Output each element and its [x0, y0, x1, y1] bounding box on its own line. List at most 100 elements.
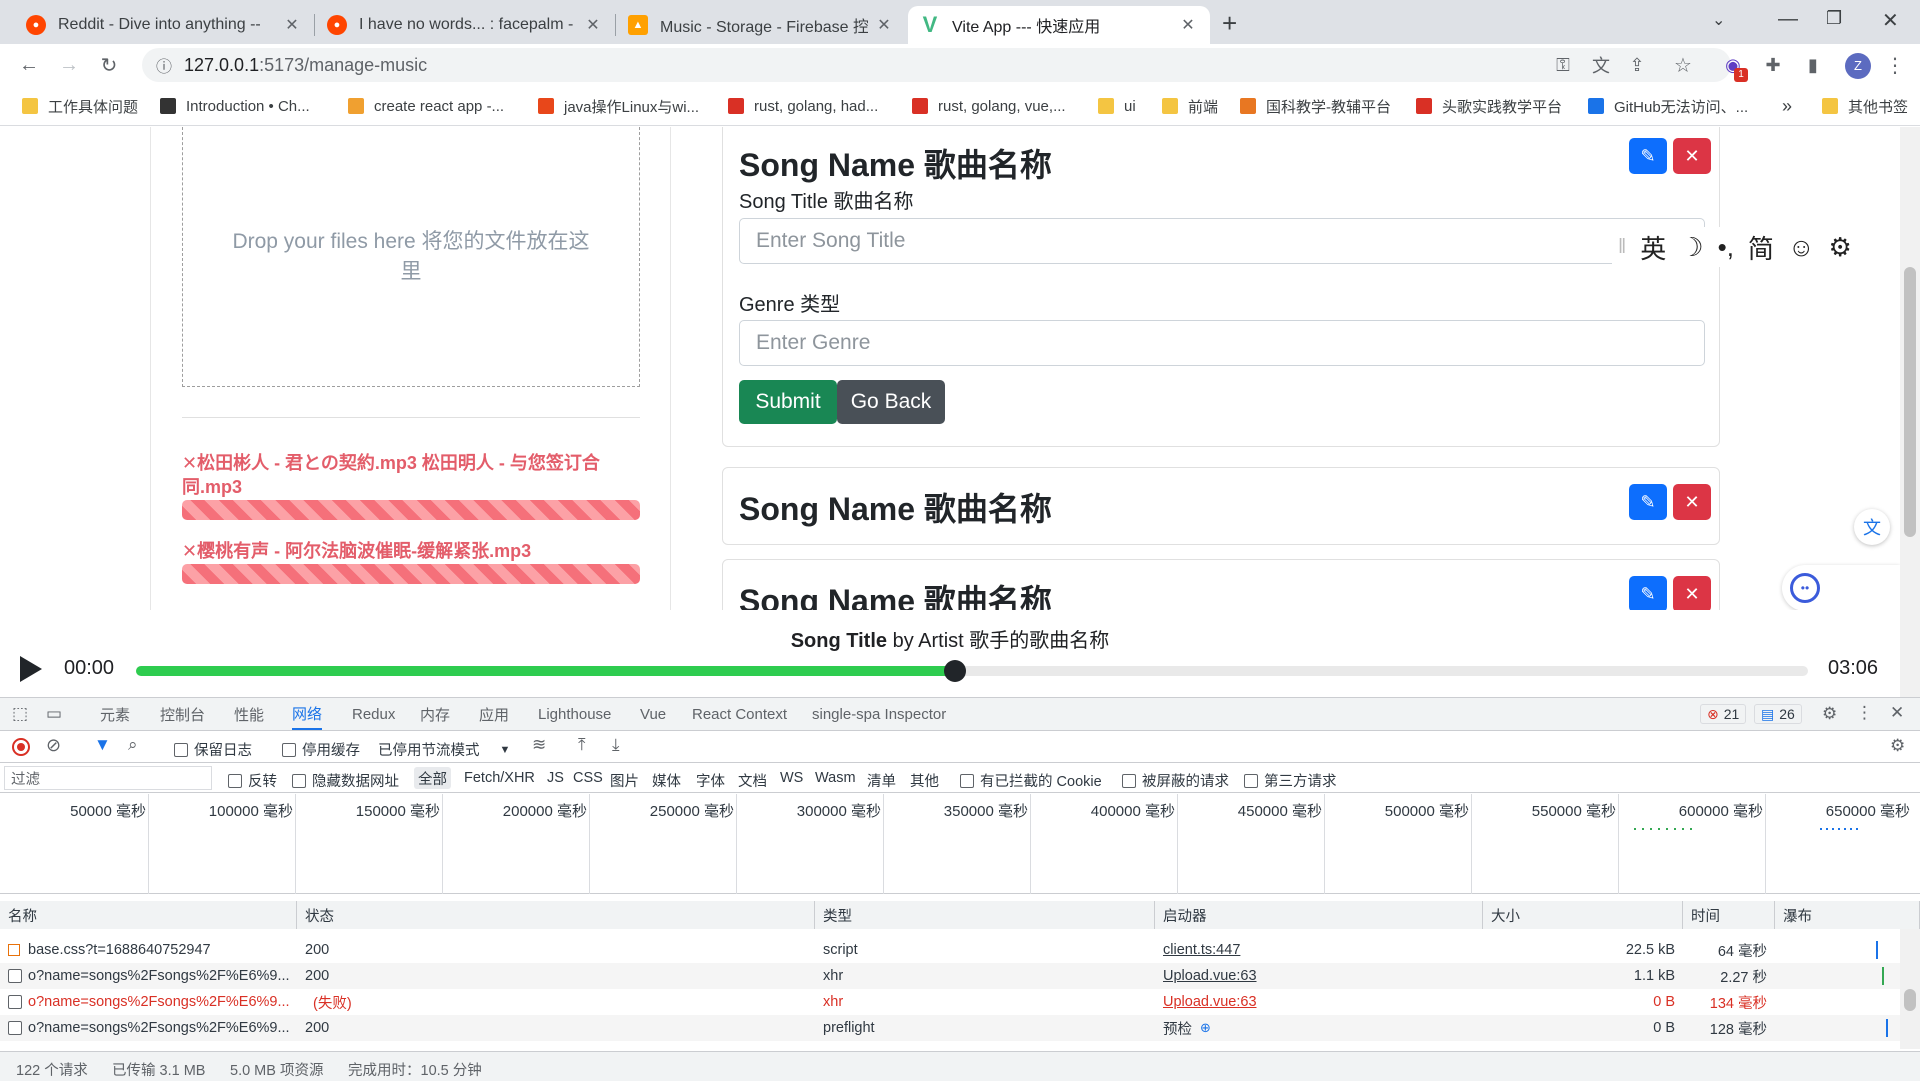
devtools-tab[interactable]: 内存 [420, 698, 450, 730]
progress-track[interactable] [136, 660, 1808, 682]
search-icon[interactable]: ⌕ [128, 735, 138, 755]
restore-button[interactable]: ❐ [1826, 8, 1842, 29]
moon-icon[interactable]: ☽ [1680, 232, 1703, 263]
column-header-initiator[interactable]: 启动器 [1155, 901, 1483, 929]
delete-button[interactable]: ✕ [1673, 484, 1711, 520]
type-filter[interactable]: CSS [573, 770, 603, 786]
disable-cache-checkbox[interactable]: 停用缓存 [282, 739, 360, 760]
translate-icon[interactable]: 文 [1586, 50, 1616, 80]
devtools-tab[interactable]: Redux [352, 698, 395, 730]
tab-reddit[interactable]: ● Reddit - Dive into anything -- ✕ [14, 6, 314, 44]
bookmark-item[interactable]: rust, golang, vue,... [912, 94, 1066, 118]
column-header-name[interactable]: 名称 [0, 901, 297, 929]
puzzle-icon[interactable]: ✚ [1758, 50, 1788, 80]
tab-vite-app[interactable]: V Vite App --- 快速应用 ✕ [908, 6, 1210, 44]
type-filter[interactable]: 清单 [867, 770, 896, 791]
gear-icon[interactable]: ⚙ [1822, 704, 1837, 724]
bookmark-item[interactable]: 其他书签 [1822, 94, 1908, 118]
info-icon[interactable]: ⓘ [156, 53, 172, 77]
checkbox[interactable] [292, 773, 306, 788]
blocked-requests-checkbox[interactable]: 被屏蔽的请求 [1122, 770, 1229, 791]
device-toggle-icon[interactable]: ▭ [46, 704, 62, 724]
request-initiator[interactable]: client.ts:447 [1155, 937, 1483, 963]
bookmark-item[interactable]: create react app -... [348, 94, 504, 118]
type-filter[interactable]: JS [547, 770, 564, 786]
checkbox[interactable] [282, 742, 296, 757]
preserve-log-checkbox[interactable]: 保留日志 [174, 739, 252, 760]
record-icon[interactable] [12, 738, 30, 756]
emoji-icon[interactable]: ☺ [1788, 232, 1815, 263]
bookmark-item[interactable]: 工作具体问题 [22, 94, 138, 118]
filter-input[interactable]: 过滤 [4, 766, 212, 790]
inspect-icon[interactable]: ⬚ [12, 704, 28, 724]
close-icon[interactable]: ✕ [1890, 703, 1904, 723]
close-icon[interactable]: ✕ [1178, 15, 1198, 35]
scrollbar-thumb[interactable] [1904, 267, 1916, 537]
devtools-tab[interactable]: single-spa Inspector [812, 698, 946, 730]
download-icon[interactable]: ⤓ [612, 735, 620, 755]
bookmark-item[interactable]: 头歌实践教学平台 [1416, 94, 1562, 118]
bookmark-item[interactable]: GitHub无法访问、... [1588, 94, 1748, 118]
devtools-tab[interactable]: 性能 [234, 698, 264, 730]
genre-input[interactable]: Enter Genre [739, 320, 1705, 366]
edit-button[interactable]: ✎ [1629, 484, 1667, 520]
scrollbar-thumb[interactable] [1904, 989, 1916, 1011]
bookmark-item[interactable]: rust, golang, had... [728, 94, 878, 118]
clear-icon[interactable]: ⊘ [46, 735, 61, 756]
address-bar[interactable]: ⓘ 127.0.0.1:5173/manage-music [142, 48, 1731, 82]
checkbox[interactable] [174, 742, 188, 757]
bookmark-item[interactable]: ui [1098, 94, 1136, 118]
tab-facepalm[interactable]: ● I have no words... : facepalm - ✕ [315, 6, 615, 44]
table-scrollbar[interactable] [1900, 929, 1920, 1049]
column-header-status[interactable]: 状态 [297, 901, 815, 929]
ime-simplified-toggle[interactable]: 简 [1748, 229, 1774, 266]
devtools-tab[interactable]: 应用 [479, 698, 509, 730]
delete-button[interactable]: ✕ [1673, 576, 1711, 612]
translate-icon[interactable]: 文 [1854, 509, 1890, 545]
key-icon[interactable]: ⚿ [1548, 50, 1578, 80]
new-tab-button[interactable]: + [1222, 8, 1237, 39]
play-icon[interactable] [20, 656, 42, 682]
gear-icon[interactable]: ⚙ [1828, 232, 1851, 263]
column-header-waterfall[interactable]: 瀑布 [1775, 901, 1920, 929]
edit-button[interactable]: ✎ [1629, 138, 1667, 174]
bookmark-star-icon[interactable]: ☆ [1668, 50, 1698, 80]
filter-icon[interactable]: ▼ [94, 735, 111, 755]
close-icon[interactable]: ✕ [874, 15, 894, 35]
type-filter[interactable]: 媒体 [652, 770, 681, 791]
table-row[interactable]: o?name=songs%2Fsongs%2F%E6%9... 200 xhr … [0, 963, 1900, 989]
checkbox[interactable] [960, 773, 974, 788]
forward-button[interactable]: → [54, 50, 84, 80]
devtools-tab[interactable]: 控制台 [160, 698, 205, 730]
checkbox[interactable] [228, 773, 242, 788]
edit-button[interactable]: ✎ [1629, 576, 1667, 612]
devtools-tab[interactable]: 元素 [100, 698, 130, 730]
hide-data-urls-checkbox[interactable]: 隐藏数据网址 [292, 770, 399, 791]
share-icon[interactable]: ⇪ [1622, 50, 1652, 80]
close-icon[interactable]: ✕ [282, 15, 302, 35]
error-count-badge[interactable]: ⊗ 21 [1700, 704, 1747, 724]
type-filter-all[interactable]: 全部 [414, 767, 451, 789]
sidepanel-icon[interactable]: ▮ [1798, 50, 1828, 80]
bookmark-item[interactable]: 国科教学-教辅平台 [1240, 94, 1391, 118]
devtools-tab[interactable]: React Context [692, 698, 787, 730]
page-scrollbar[interactable] [1900, 127, 1920, 697]
column-header-time[interactable]: 时间 [1683, 901, 1775, 929]
go-back-button[interactable]: Go Back [837, 380, 945, 424]
gear-icon[interactable]: ⚙ [1890, 736, 1905, 756]
wifi-icon[interactable]: ≋ [532, 735, 546, 755]
back-button[interactable]: ← [14, 50, 44, 80]
request-name[interactable]: base.css?t=1688640752947 [0, 937, 297, 963]
type-filter[interactable]: 字体 [696, 770, 725, 791]
blocked-cookies-checkbox[interactable]: 有已拦截的 Cookie [960, 770, 1102, 791]
reload-button[interactable]: ↻ [94, 50, 124, 80]
type-filter[interactable]: WS [780, 770, 803, 786]
punctuation-icon[interactable]: •, [1718, 232, 1734, 263]
close-icon[interactable]: ✕ [583, 15, 603, 35]
throttle-select[interactable]: 已停用节流模式 ▼ [378, 739, 510, 760]
menu-icon[interactable]: ⋮ [1880, 50, 1910, 80]
invert-checkbox[interactable]: 反转 [228, 770, 277, 791]
submit-button[interactable]: Submit [739, 380, 837, 424]
devtools-tab[interactable]: Vue [640, 698, 666, 730]
request-name[interactable]: o?name=songs%2Fsongs%2F%E6%9... [0, 989, 297, 1015]
